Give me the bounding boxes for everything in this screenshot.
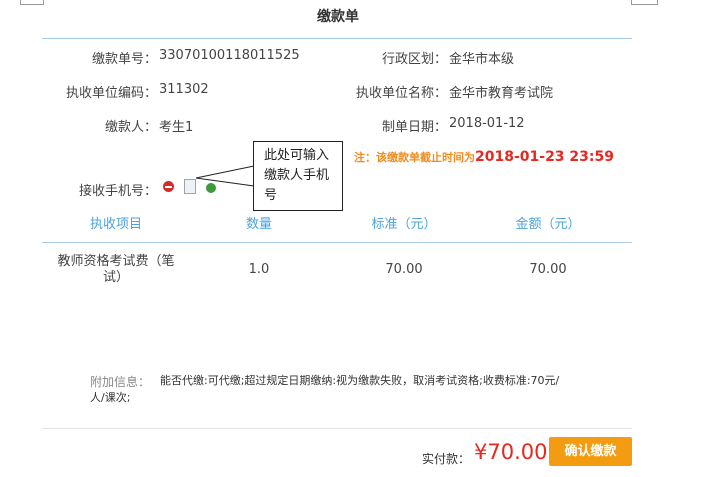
- col-header-item: 执收项目: [89, 217, 142, 232]
- callout-pointer: [195, 165, 255, 187]
- bill-no-label: 缴款单号：: [91, 52, 157, 67]
- bill-no-value: 33070100118011525: [159, 48, 300, 63]
- payer-label: 缴款人：: [104, 120, 157, 135]
- paid-label: 实付款：: [422, 452, 471, 466]
- footer-divider: [42, 428, 632, 429]
- table-cell-standard: 70.00: [385, 262, 423, 277]
- add-icon[interactable]: [206, 183, 216, 193]
- callout-line: 此处可输入: [264, 148, 330, 163]
- table-cell-amount: 70.00: [529, 262, 567, 277]
- deadline-time: 2018-01-23 23:59: [475, 149, 614, 165]
- table-divider: [42, 242, 632, 243]
- phone-label: 接收手机号：: [78, 184, 157, 199]
- paid-amount: ¥70.00: [474, 440, 548, 464]
- region-label: 行政区划：: [381, 52, 447, 67]
- window-corner-left: [20, 0, 44, 5]
- deadline-label: 注：该缴款单截止时间为: [354, 151, 475, 164]
- table-cell-qty: 1.0: [248, 262, 270, 277]
- callout-line: 号: [264, 188, 278, 203]
- window-corner-right: [631, 0, 658, 5]
- confirm-payment-button[interactable]: 确认缴款: [549, 437, 632, 466]
- payer-value: 考生1: [159, 120, 194, 135]
- unit-name-value: 金华市教育考试院: [449, 86, 554, 101]
- remove-icon[interactable]: [163, 181, 174, 192]
- unit-code-label: 执收单位编码：: [65, 86, 157, 101]
- unit-name-label: 执收单位名称：: [355, 86, 447, 101]
- col-header-standard: 标准（元）: [371, 217, 437, 232]
- col-header-amount: 金额（元）: [515, 217, 581, 232]
- table-cell-item: 教师资格考试费（笔 试）: [42, 254, 190, 286]
- region-value: 金华市本级: [449, 52, 515, 67]
- extra-info-label: 附加信息：: [90, 375, 151, 389]
- document-icon[interactable]: [184, 179, 196, 194]
- item-line: 教师资格考试费（笔: [57, 254, 175, 269]
- col-header-qty: 数量: [245, 217, 272, 232]
- page-title: 缴款单: [317, 9, 359, 25]
- deadline-note: 注：该缴款单截止时间为2018-01-23 23:59: [354, 146, 614, 165]
- unit-code-value: 311302: [159, 82, 209, 97]
- header-divider: [42, 38, 632, 39]
- callout-line: 缴款人手机: [264, 168, 330, 183]
- item-line: 试）: [102, 270, 129, 285]
- date-value: 2018-01-12: [449, 116, 525, 131]
- date-label: 制单日期：: [381, 120, 447, 135]
- extra-info-value-cont: 人/课次;: [90, 391, 131, 404]
- callout-box: 此处可输入 缴款人手机 号: [253, 141, 343, 211]
- extra-info-value: 能否代缴:可代缴;超过规定日期缴纳:视为缴款失败，取消考试资格;收费标准:70元…: [160, 374, 560, 387]
